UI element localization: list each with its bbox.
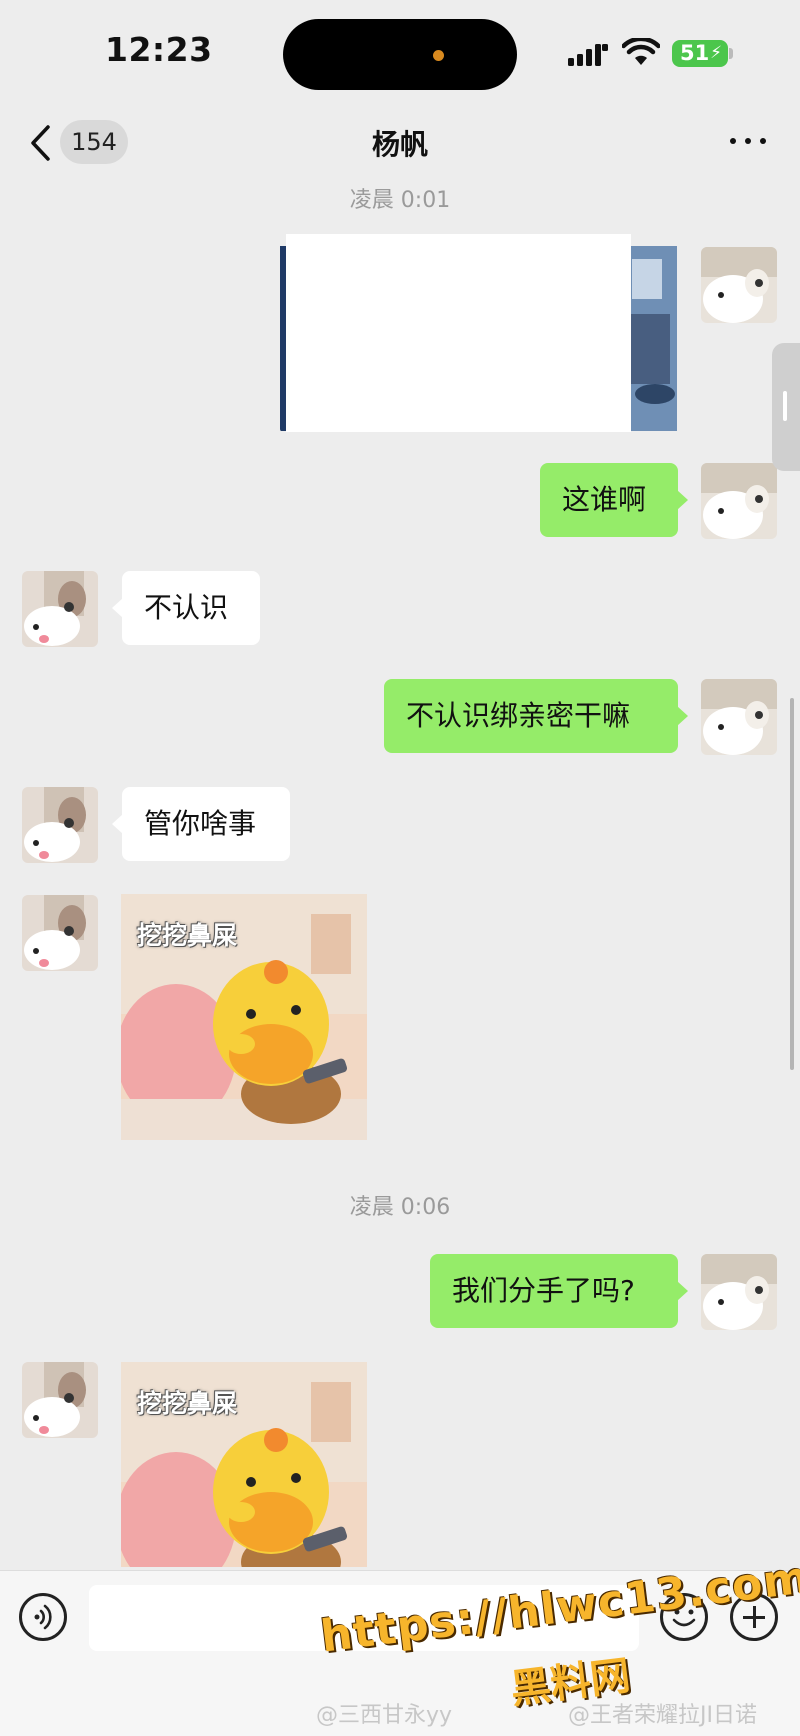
contact-avatar[interactable] [22,571,98,647]
message-bubble[interactable]: 我们分手了吗? [430,1254,688,1328]
charging-bolt-icon: ⚡ [710,43,722,63]
my-avatar[interactable] [701,679,777,755]
message-bubble[interactable]: 不认识绑亲密干嘛 [384,679,688,753]
wifi-icon [622,38,660,65]
weibo-watermark: @三西甘永yy [316,1703,453,1728]
weibo-watermark: @王者荣耀拉JI日诺 [568,1703,757,1728]
scroll-handle[interactable] [772,343,800,471]
dog-avatar-icon [701,463,777,539]
sticker-message[interactable]: 挖挖鼻屎 [121,1362,367,1567]
my-avatar[interactable] [701,463,777,539]
message-bubble[interactable]: 这谁啊 [540,463,688,537]
my-avatar[interactable] [701,1254,777,1330]
my-avatar[interactable] [701,247,777,323]
dog-hand-avatar-icon [22,1362,98,1438]
dog-avatar-icon [701,247,777,323]
dog-hand-avatar-icon [22,895,98,971]
battery-level: 51 [680,41,710,65]
voice-input-button[interactable] [19,1593,67,1641]
chat-title: 杨帆 [371,128,428,161]
battery-indicator: 51 ⚡ [672,40,733,67]
status-bar: 12:23 51 ⚡ [0,0,800,110]
more-options-icon[interactable] [730,130,766,150]
message-timestamp: 凌晨 0:01 [349,188,451,213]
sticker-message[interactable]: 挖挖鼻屎 [121,894,367,1140]
dog-avatar-icon [701,679,777,755]
dog-hand-avatar-icon [22,571,98,647]
dog-avatar-icon [701,1254,777,1330]
image-thumbnail [280,234,678,432]
contact-avatar[interactable] [22,895,98,971]
scrollbar[interactable] [790,698,794,1070]
message-timestamp: 凌晨 0:06 [349,1195,451,1220]
message-bubble[interactable]: 不认识 [112,571,260,645]
voice-icon [34,1604,52,1630]
sticker-caption: 挖挖鼻屎 [137,1389,238,1418]
status-time: 12:23 [105,30,213,69]
message-bubble[interactable]: 管你啥事 [112,787,290,861]
cellular-signal-icon [568,44,608,66]
contact-avatar[interactable] [22,1362,98,1438]
dynamic-island [283,19,517,90]
image-message[interactable] [280,234,678,432]
dog-hand-avatar-icon [22,787,98,863]
contact-avatar[interactable] [22,787,98,863]
sticker-caption: 挖挖鼻屎 [137,921,238,950]
